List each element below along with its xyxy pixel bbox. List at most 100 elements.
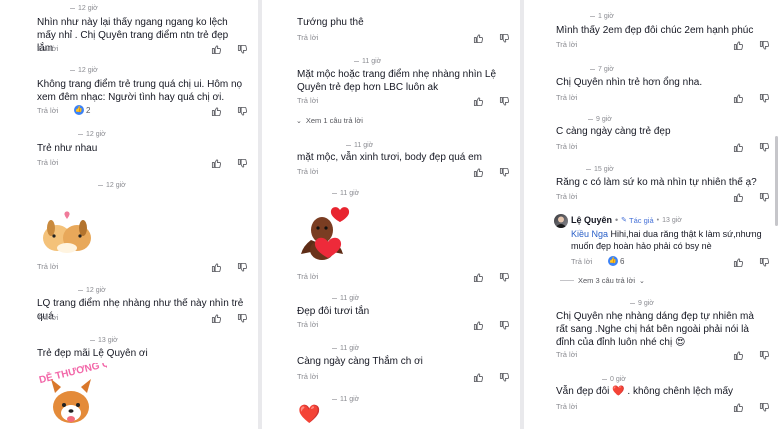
like-icon[interactable]	[211, 262, 222, 273]
comment-text: Đẹp đôi tươi tắn	[297, 306, 370, 317]
comment-text: Tướng phu thê	[297, 17, 364, 28]
like-icon[interactable]	[733, 257, 744, 268]
view-replies-button[interactable]: Xem 3 câu trả lời ⌄	[560, 276, 645, 285]
like-icon[interactable]	[211, 106, 222, 117]
like-icon[interactable]	[211, 44, 222, 55]
reply-button[interactable]: Trả lời	[556, 350, 577, 359]
reply-button[interactable]: Trả lời	[297, 33, 318, 42]
blue-like-icon: 👍	[608, 256, 618, 266]
comment-item: 11 giờ Càng ngày càng Thắm ch ơi Trả lời	[262, 340, 520, 386]
dislike-icon[interactable]	[237, 158, 248, 169]
author-reply: Lệ Quyên • ✎ Tác giả • 13 giờ Kiều Nga H…	[524, 210, 780, 290]
reply-button[interactable]: Trả lời	[556, 192, 577, 201]
heart-emoji: ❤️	[612, 386, 625, 397]
dislike-icon[interactable]	[237, 313, 248, 324]
like-icon[interactable]	[473, 96, 484, 107]
dislike-icon[interactable]	[759, 192, 770, 203]
comment-time: 12 giờ	[70, 67, 98, 74]
dislike-icon[interactable]	[759, 40, 770, 51]
reply-button[interactable]: Trả lời	[571, 257, 592, 266]
like-icon[interactable]	[733, 350, 744, 361]
reply-button[interactable]: Trả lời	[297, 167, 318, 176]
dislike-icon[interactable]	[499, 33, 510, 44]
reply-button[interactable]: Trả lời	[297, 272, 318, 281]
like-icon[interactable]	[733, 192, 744, 203]
dislike-icon[interactable]	[759, 142, 770, 153]
dislike-icon[interactable]	[499, 272, 510, 283]
reply-button[interactable]: Trả lời	[556, 93, 577, 102]
like-icon[interactable]	[733, 142, 744, 153]
divider	[560, 280, 574, 281]
like-icon[interactable]	[473, 372, 484, 383]
comment-text: Chị Quyên nhẹ nhàng dáng đẹp tự nhiên mà…	[556, 311, 754, 348]
reply-button[interactable]: Trả lời	[37, 262, 58, 271]
comment-text: Răng c có làm sứ ko mà nhìn tự nhiên thế…	[556, 177, 757, 188]
comment-text: Kiều Nga Hihi,hai dua răng thật k làm sứ…	[571, 229, 762, 251]
view-replies-button[interactable]: ⌄ Xem 1 câu trả lời	[296, 116, 363, 125]
dislike-icon[interactable]	[499, 372, 510, 383]
comment-text: C càng ngày càng trẻ đẹp	[556, 126, 671, 137]
comment-item: 11 giờ Đẹp đôi tươi tắn Trả lời	[262, 290, 520, 338]
sticker-text: DỄ THƯƠNG QUÁ	[38, 363, 107, 386]
like-icon[interactable]	[473, 167, 484, 178]
comment-item: 11 giờ ❤️	[262, 392, 520, 429]
like-icon[interactable]	[473, 33, 484, 44]
comment-time: 11 giờ	[332, 345, 359, 352]
dislike-icon[interactable]	[237, 44, 248, 55]
reply-button[interactable]: Trả lời	[297, 96, 318, 105]
comment-time: 11 giờ	[332, 396, 359, 403]
reply-button[interactable]: Trả lời	[556, 40, 577, 49]
comment-item: 0 giờ Vẫn đẹp đôi ❤️ . không chênh lệch …	[524, 372, 780, 429]
comment-column-2: Tướng phu thê Trả lời 11 giờ Mặt mộc hoặ…	[262, 0, 520, 429]
reply-button[interactable]: Trả lời	[556, 402, 577, 411]
dislike-icon[interactable]	[237, 262, 248, 273]
comment-item: 13 giờ Trẻ đẹp mãi Lệ Quyên ơi DỄ THƯƠNG…	[0, 332, 258, 429]
pencil-icon: ✎	[621, 217, 628, 224]
comment-time: 12 giờ	[70, 5, 98, 12]
reply-button[interactable]: Trả lời	[37, 158, 58, 167]
reply-button[interactable]: Trả lời	[37, 44, 58, 53]
comment-text: Trẻ đẹp mãi Lệ Quyên ơi	[37, 348, 148, 359]
like-icon[interactable]	[211, 158, 222, 169]
comment-time: 11 giờ	[332, 295, 359, 302]
avatar[interactable]	[554, 214, 568, 228]
comment-item: 12 giờ Trẻ như nhau Trả lời	[0, 126, 258, 172]
reply-button[interactable]: Trả lời	[297, 320, 318, 329]
comment-time: 7 giờ	[590, 66, 614, 73]
like-icon[interactable]	[473, 272, 484, 283]
comment-time: 12 giờ	[78, 131, 106, 138]
heart-emoji: ❤️	[298, 404, 321, 424]
reply-button[interactable]: Trả lời	[297, 372, 318, 381]
like-icon[interactable]	[733, 93, 744, 104]
like-icon[interactable]	[211, 313, 222, 324]
mention-link[interactable]: Kiều Nga	[571, 229, 608, 239]
like-icon[interactable]	[733, 40, 744, 51]
dislike-icon[interactable]	[237, 106, 248, 117]
reply-button[interactable]: Trả lời	[37, 106, 58, 115]
comment-text: Mặt mộc hoặc trang điểm nhẹ nhàng nhìn L…	[297, 69, 497, 93]
comment-time: 11 giờ	[354, 58, 381, 65]
comment-column-1: 12 giờ Nhìn như này lại thấy ngang ngang…	[0, 0, 258, 429]
dislike-icon[interactable]	[499, 320, 510, 331]
dislike-icon[interactable]	[759, 93, 770, 104]
dislike-icon[interactable]	[759, 350, 770, 361]
comment-author[interactable]: Lệ Quyên • ✎ Tác giả • 13 giờ	[571, 215, 682, 225]
comment-item: 12 giờ LQ trang điểm nhẹ nhàng như thế n…	[0, 282, 258, 330]
dislike-icon[interactable]	[499, 96, 510, 107]
like-icon[interactable]	[733, 402, 744, 413]
comment-time: 15 giờ	[586, 166, 614, 173]
like-icon[interactable]	[473, 320, 484, 331]
dislike-icon[interactable]	[759, 257, 770, 268]
comment-time: 13 giờ	[90, 337, 118, 344]
chevron-down-icon: ⌄	[639, 277, 645, 285]
dislike-icon[interactable]	[499, 167, 510, 178]
reply-button[interactable]: Trả lời	[37, 313, 58, 322]
dot-separator: •	[615, 215, 619, 225]
comment-item: 9 giờ Chị Quyên nhẹ nhàng dáng đẹp tự nh…	[524, 296, 780, 366]
cute-dog-sticker: DỄ THƯƠNG QUÁ	[37, 353, 125, 429]
comment-text: Vẫn đẹp đôi ❤️ . không chênh lệch mấy	[556, 386, 734, 397]
comment-time: 9 giờ	[588, 116, 612, 123]
reply-button[interactable]: Trả lời	[556, 142, 577, 151]
dislike-icon[interactable]	[759, 402, 770, 413]
comment-time: 0 giờ	[602, 376, 626, 383]
